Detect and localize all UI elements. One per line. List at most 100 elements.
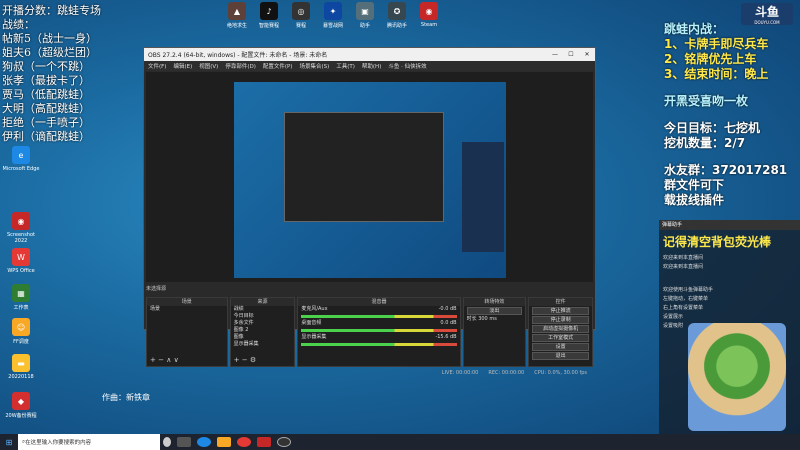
audio-meter[interactable] <box>301 329 457 332</box>
sources-panel: 来源 战绩 今日目标 多余文件 图像 2 图像 显示器采集 + − ⚙ <box>229 297 296 367</box>
icon-label: 赛程 <box>295 23 306 29</box>
overlay-line: 拒绝（一手喷子） <box>2 116 90 129</box>
mixer-title: 混音器 <box>298 298 460 306</box>
chat-banner: 记得清空背包荧光棒 <box>663 235 772 249</box>
obs-title-bar[interactable]: OBS 27.2.4 (64-bit, windows) - 配置文件: 未命名… <box>144 48 595 61</box>
duration-input[interactable]: 300 ms <box>478 316 497 322</box>
chat-line: 欢迎来到本直播间 <box>663 255 704 261</box>
menu-edit[interactable]: 编辑(E) <box>173 62 192 70</box>
source-item[interactable]: 图像 <box>231 334 295 341</box>
edge-icon: e <box>12 146 30 164</box>
stop-stream-button[interactable]: 停止推流 <box>532 307 589 315</box>
top-icon-7[interactable]: ◉ Steam <box>410 2 448 28</box>
minimize-icon[interactable]: — <box>547 51 563 58</box>
desktop-icon-ff[interactable]: ☺ FF调度 <box>2 318 40 345</box>
source-item[interactable]: 战绩 <box>231 306 295 313</box>
menu-help[interactable]: 帮助(H) <box>362 62 381 70</box>
audio-meter[interactable] <box>301 343 457 346</box>
transitions-title: 转场特效 <box>463 298 526 306</box>
chat-header: 弹幕助手 <box>659 220 800 230</box>
overlay-line: 大明（高配跳蛙） <box>2 102 90 115</box>
overlay-line: 姐夫6（超级烂团） <box>2 46 97 59</box>
remove-icon[interactable]: − <box>242 356 248 364</box>
overlay-count: 挖机数量：2/7 <box>664 136 746 150</box>
scene-label: 未选择源 <box>146 286 167 292</box>
icon-label: 20220118 <box>8 374 34 380</box>
taskbar-search-input[interactable]: ⌕ 在这里输入你要搜索的内容 <box>18 434 160 450</box>
channel-name: 麦克风/Aux <box>301 306 328 312</box>
taskbar: ⊞ ⌕ 在这里输入你要搜索的内容 <box>0 434 800 450</box>
source-item[interactable]: 显示器采集 <box>231 341 295 348</box>
channel-level: -15.6 dB <box>435 334 457 340</box>
chat-line: 欢迎使用斗鱼弹幕助手 <box>663 287 714 293</box>
settings-button[interactable]: 设置 <box>532 343 589 351</box>
menu-douyu[interactable]: 斗鱼 · 仙侠拆效 <box>388 62 426 70</box>
app-icon: ▣ <box>356 2 374 20</box>
overlay-left-text: 开播分数：跳蛙专场 战绩： 帖新5（战士一身） 姐夫6（超级烂团） 狗叔（一个不… <box>2 4 101 144</box>
spreadsheet-icon: ▦ <box>12 284 30 302</box>
desktop-icon-sheet[interactable]: ▦ 工作表 <box>2 284 40 311</box>
rec-status: REC: 00:00:00 <box>488 370 525 376</box>
channel-level: -0.0 dB <box>438 306 457 312</box>
sources-title: 来源 <box>230 298 295 306</box>
menu-tools[interactable]: 工具(T) <box>336 62 355 70</box>
studio-mode-button[interactable]: 工作室模式 <box>532 334 589 342</box>
obs-taskbar-icon[interactable] <box>277 437 291 447</box>
up-icon[interactable]: ∧ <box>166 356 171 364</box>
desktop-icon-schedule[interactable]: ◆ 20W备份赛程 <box>2 392 40 419</box>
cortana-icon[interactable] <box>163 437 171 447</box>
duration-row: 时长 300 ms <box>464 316 526 323</box>
overlay-line: 帖新5（战士一身） <box>2 32 97 45</box>
overlay-line: 伊利（谪配跳蛙） <box>2 130 90 143</box>
stop-record-button[interactable]: 停止录制 <box>532 316 589 324</box>
maximize-icon[interactable]: ☐ <box>563 51 579 58</box>
desktop-icon-screenshot[interactable]: ◉ Screenshot 2022 <box>2 212 40 244</box>
icon-label: FF调度 <box>13 339 29 345</box>
virtual-camera-button[interactable]: 启动虚拟摄像机 <box>532 325 589 333</box>
menu-scene-collection[interactable]: 场景集合(S) <box>299 62 329 70</box>
edge-taskbar-icon[interactable] <box>197 437 211 447</box>
scene-item[interactable]: 场景 <box>147 306 227 313</box>
source-item[interactable]: 多余文件 <box>231 320 295 327</box>
battlenet-icon: ✦ <box>324 2 342 20</box>
icon-label: 腾讯助手 <box>386 23 407 29</box>
icon-label: 助手 <box>359 23 370 29</box>
add-icon[interactable]: + <box>150 356 156 364</box>
windows-start-icon[interactable]: ⊞ <box>0 438 18 447</box>
overlay-heading: 跳蛙内战： <box>664 22 725 36</box>
overlay-group: 水友群：372017281 <box>664 163 788 177</box>
audio-meter[interactable] <box>301 315 457 318</box>
desktop-icon-folder[interactable]: ▬ 20220118 <box>2 354 40 380</box>
source-item[interactable]: 今日目标 <box>231 313 295 320</box>
exit-button[interactable]: 退出 <box>532 352 589 360</box>
folder-icon: ▬ <box>12 354 30 372</box>
desktop-icon-edge[interactable]: e Microsoft Edge <box>2 146 40 172</box>
overlay-file: 群文件可下 <box>664 178 725 192</box>
down-icon[interactable]: ∨ <box>174 356 179 364</box>
task-view-icon[interactable] <box>177 437 191 447</box>
menu-dock[interactable]: 停靠部件(D) <box>225 62 256 70</box>
menu-view[interactable]: 视图(V) <box>199 62 218 70</box>
icon-label: 暴雪战网 <box>322 23 343 29</box>
app-taskbar-icon[interactable] <box>257 437 271 447</box>
game-icon: ▲ <box>228 2 246 20</box>
app-icon: ✪ <box>388 2 406 20</box>
overlay-plugin: 载拔线插件 <box>664 193 725 207</box>
remove-icon[interactable]: − <box>158 356 164 364</box>
icon-label: 智能赛程 <box>258 23 279 29</box>
explorer-taskbar-icon[interactable] <box>217 437 231 447</box>
gear-icon[interactable]: ⚙ <box>250 356 256 364</box>
desktop-icon-wps[interactable]: W WPS Office <box>2 248 40 274</box>
icon-label: 绝地求生 <box>226 23 247 29</box>
transition-select[interactable]: 淡出 <box>466 307 523 315</box>
overlay-line: 狗叔（一个不跳） <box>2 60 90 73</box>
obs-preview[interactable] <box>146 72 593 282</box>
close-icon[interactable]: ✕ <box>579 51 595 58</box>
add-icon[interactable]: + <box>234 356 240 364</box>
obs-window[interactable]: OBS 27.2.4 (64-bit, windows) - 配置文件: 未命名… <box>143 47 596 376</box>
menu-file[interactable]: 文件(F) <box>148 62 166 70</box>
source-item[interactable]: 图像 2 <box>231 327 295 334</box>
overlay-line: 贾马（低配跳蛙） <box>2 88 90 101</box>
menu-profile[interactable]: 配置文件(P) <box>263 62 293 70</box>
app-taskbar-icon[interactable] <box>237 437 251 447</box>
